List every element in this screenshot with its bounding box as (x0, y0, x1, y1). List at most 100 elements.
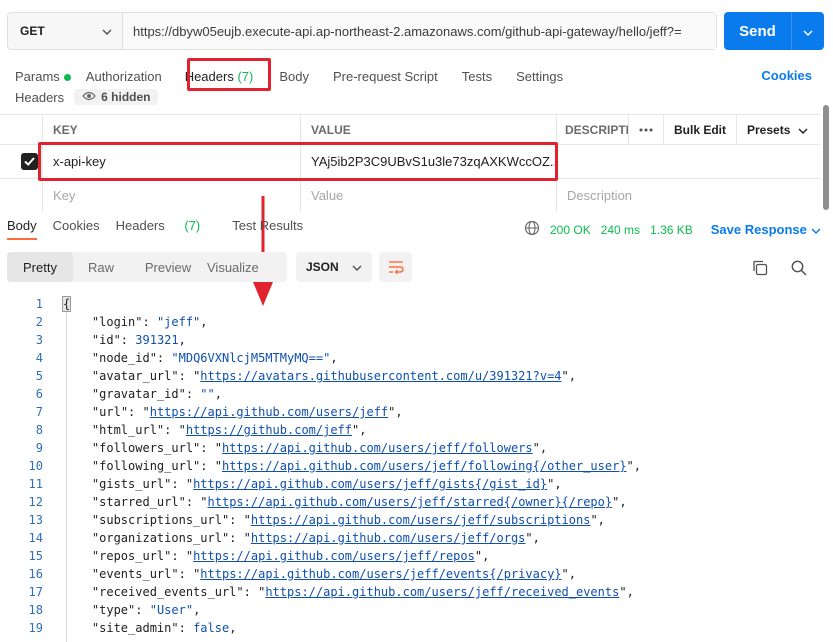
json-entry: "type": "User", (63, 603, 201, 617)
send-button[interactable]: Send (724, 12, 824, 50)
raw-button[interactable]: Raw (73, 252, 129, 282)
new-value-input[interactable]: Value (300, 179, 556, 212)
send-options-button[interactable] (791, 12, 824, 50)
json-url-link[interactable]: https://api.github.com/users/jeff/follow… (222, 441, 533, 455)
save-response-label: Save Response (710, 222, 807, 237)
json-key: node_id (99, 351, 150, 365)
json-entry: "events_url": "https://api.github.com/us… (63, 567, 576, 581)
json-entry: "following_url": "https://api.github.com… (63, 459, 642, 473)
new-description-input[interactable]: Description (556, 179, 820, 212)
format-select[interactable]: JSON (296, 252, 372, 282)
json-entry: "repos_url": "https://api.github.com/use… (63, 549, 490, 563)
json-entry: "followers_url": "https://api.github.com… (63, 441, 548, 455)
checkbox-icon[interactable] (0, 145, 42, 178)
line-number: 13 (28, 513, 43, 527)
line-number: 4 (35, 351, 43, 365)
json-key: gists_url (99, 477, 165, 491)
json-url-link[interactable]: https://avatars.githubusercontent.com/u/… (200, 369, 561, 383)
copy-icon[interactable] (752, 260, 768, 279)
method-label: GET (20, 24, 45, 38)
tab-authorization[interactable]: Authorization (86, 69, 162, 84)
pretty-button[interactable]: Pretty (7, 252, 73, 282)
json-key: starred_url (99, 495, 179, 509)
line-number: 8 (35, 423, 43, 437)
code-line: 12 "starred_url": "https://api.github.co… (0, 493, 833, 511)
response-size[interactable]: 1.36 KB (650, 223, 693, 237)
json-url-link[interactable]: https://api.github.com/users/jeff/subscr… (251, 513, 591, 527)
line-number: 16 (28, 567, 43, 581)
tab-body[interactable]: Body (279, 69, 309, 84)
code-line: 9 "followers_url": "https://api.github.c… (0, 439, 833, 457)
json-url-link[interactable]: https://github.com/jeff (186, 423, 352, 437)
scrollbar[interactable] (822, 100, 830, 210)
url-input[interactable]: https://dbyw05eujb.execute-api.ap-northe… (123, 13, 716, 49)
json-url-link[interactable]: https://api.github.com/users/jeff/follow… (222, 459, 627, 473)
line-number: 15 (28, 549, 43, 563)
line-number: 1 (35, 297, 43, 311)
visualize-button[interactable]: Visualize (207, 252, 287, 282)
more-icon[interactable] (628, 115, 663, 144)
save-response-button[interactable]: Save Response (711, 222, 821, 237)
json-entry: "subscriptions_url": "https://api.github… (63, 513, 605, 527)
scrollbar-thumb[interactable] (823, 105, 829, 210)
json-key: login (99, 315, 136, 329)
json-url-link[interactable]: https://api.github.com/users/jeff (150, 405, 388, 419)
wrap-icon[interactable] (379, 252, 412, 282)
globe-icon[interactable] (524, 220, 540, 239)
tab-response-body[interactable]: Body (7, 218, 37, 240)
tab-params[interactable]: Params (15, 69, 71, 84)
line-number: 14 (28, 531, 43, 545)
json-entry: "gravatar_id": "", (63, 387, 222, 401)
header-description-cell[interactable] (556, 145, 820, 178)
headers-title: Headers (15, 89, 65, 105)
line-number: 17 (28, 585, 43, 599)
chevron-down-icon (798, 123, 808, 137)
tab-prerequest-script[interactable]: Pre-request Script (333, 69, 438, 84)
code-line: 14 "organizations_url": "https://api.git… (0, 529, 833, 547)
bulk-edit-button[interactable]: Bulk Edit (663, 115, 736, 144)
json-url-link[interactable]: https://api.github.com/users/jeff/events… (200, 567, 561, 581)
tab-response-headers[interactable]: Headers (7) (116, 218, 217, 240)
brace-match: { (61, 296, 72, 312)
code-line: 7 "url": "https://api.github.com/users/j… (0, 403, 833, 421)
response-time[interactable]: 240 ms (601, 223, 640, 237)
json-url-link[interactable]: https://api.github.com/users/jeff/starre… (208, 495, 613, 509)
header-key-cell[interactable]: x-api-key (42, 145, 300, 178)
tab-response-headers-label: Headers (115, 218, 165, 233)
json-url-link[interactable]: https://api.github.com/users/jeff/repos (193, 549, 475, 563)
format-label: JSON (306, 260, 339, 274)
status-badge[interactable]: 200 OK (550, 223, 591, 237)
tab-settings[interactable]: Settings (516, 69, 563, 84)
tab-params-label: Params (15, 68, 60, 84)
json-value: "" (200, 387, 215, 401)
method-select[interactable]: GET (8, 13, 123, 49)
tab-response-cookies[interactable]: Cookies (53, 218, 100, 240)
cookies-link[interactable]: Cookies (761, 68, 812, 83)
header-value-cell[interactable]: YAj5ib2P3C9UBvS1u3le73zqAXKWccOZ... (300, 145, 556, 178)
json-key: received_events_url (99, 585, 237, 599)
json-key: avatar_url (99, 369, 172, 383)
json-entry: "url": "https://api.github.com/users/jef… (63, 405, 403, 419)
json-url-link[interactable]: https://api.github.com/users/jeff/gists{… (193, 477, 547, 491)
chevron-down-icon (811, 228, 820, 234)
preview-button[interactable]: Preview (129, 252, 207, 282)
search-icon[interactable] (791, 260, 807, 279)
chevron-down-icon (352, 260, 362, 274)
tab-tests[interactable]: Tests (462, 69, 492, 84)
response-headers-count: (7) (184, 218, 201, 233)
tab-test-results[interactable]: Test Results (232, 218, 303, 240)
json-value: false (193, 621, 230, 635)
chevron-down-icon (803, 23, 813, 40)
tab-headers[interactable]: Headers (7) (185, 69, 254, 84)
hidden-headers-toggle[interactable]: 6 hidden (74, 89, 159, 105)
presets-label: Presets (747, 122, 791, 137)
json-entry: "login": "jeff", (63, 315, 208, 329)
presets-dropdown[interactable]: Presets (736, 115, 820, 144)
line-number: 3 (35, 333, 43, 347)
json-url-link[interactable]: https://api.github.com/users/jeff/orgs (251, 531, 526, 545)
headers-count: (7) (237, 68, 254, 84)
json-url-link[interactable]: https://api.github.com/users/jeff/receiv… (265, 585, 619, 599)
json-key: subscriptions_url (99, 513, 222, 527)
json-key: html_url (99, 423, 157, 437)
line-number: 10 (28, 459, 43, 473)
